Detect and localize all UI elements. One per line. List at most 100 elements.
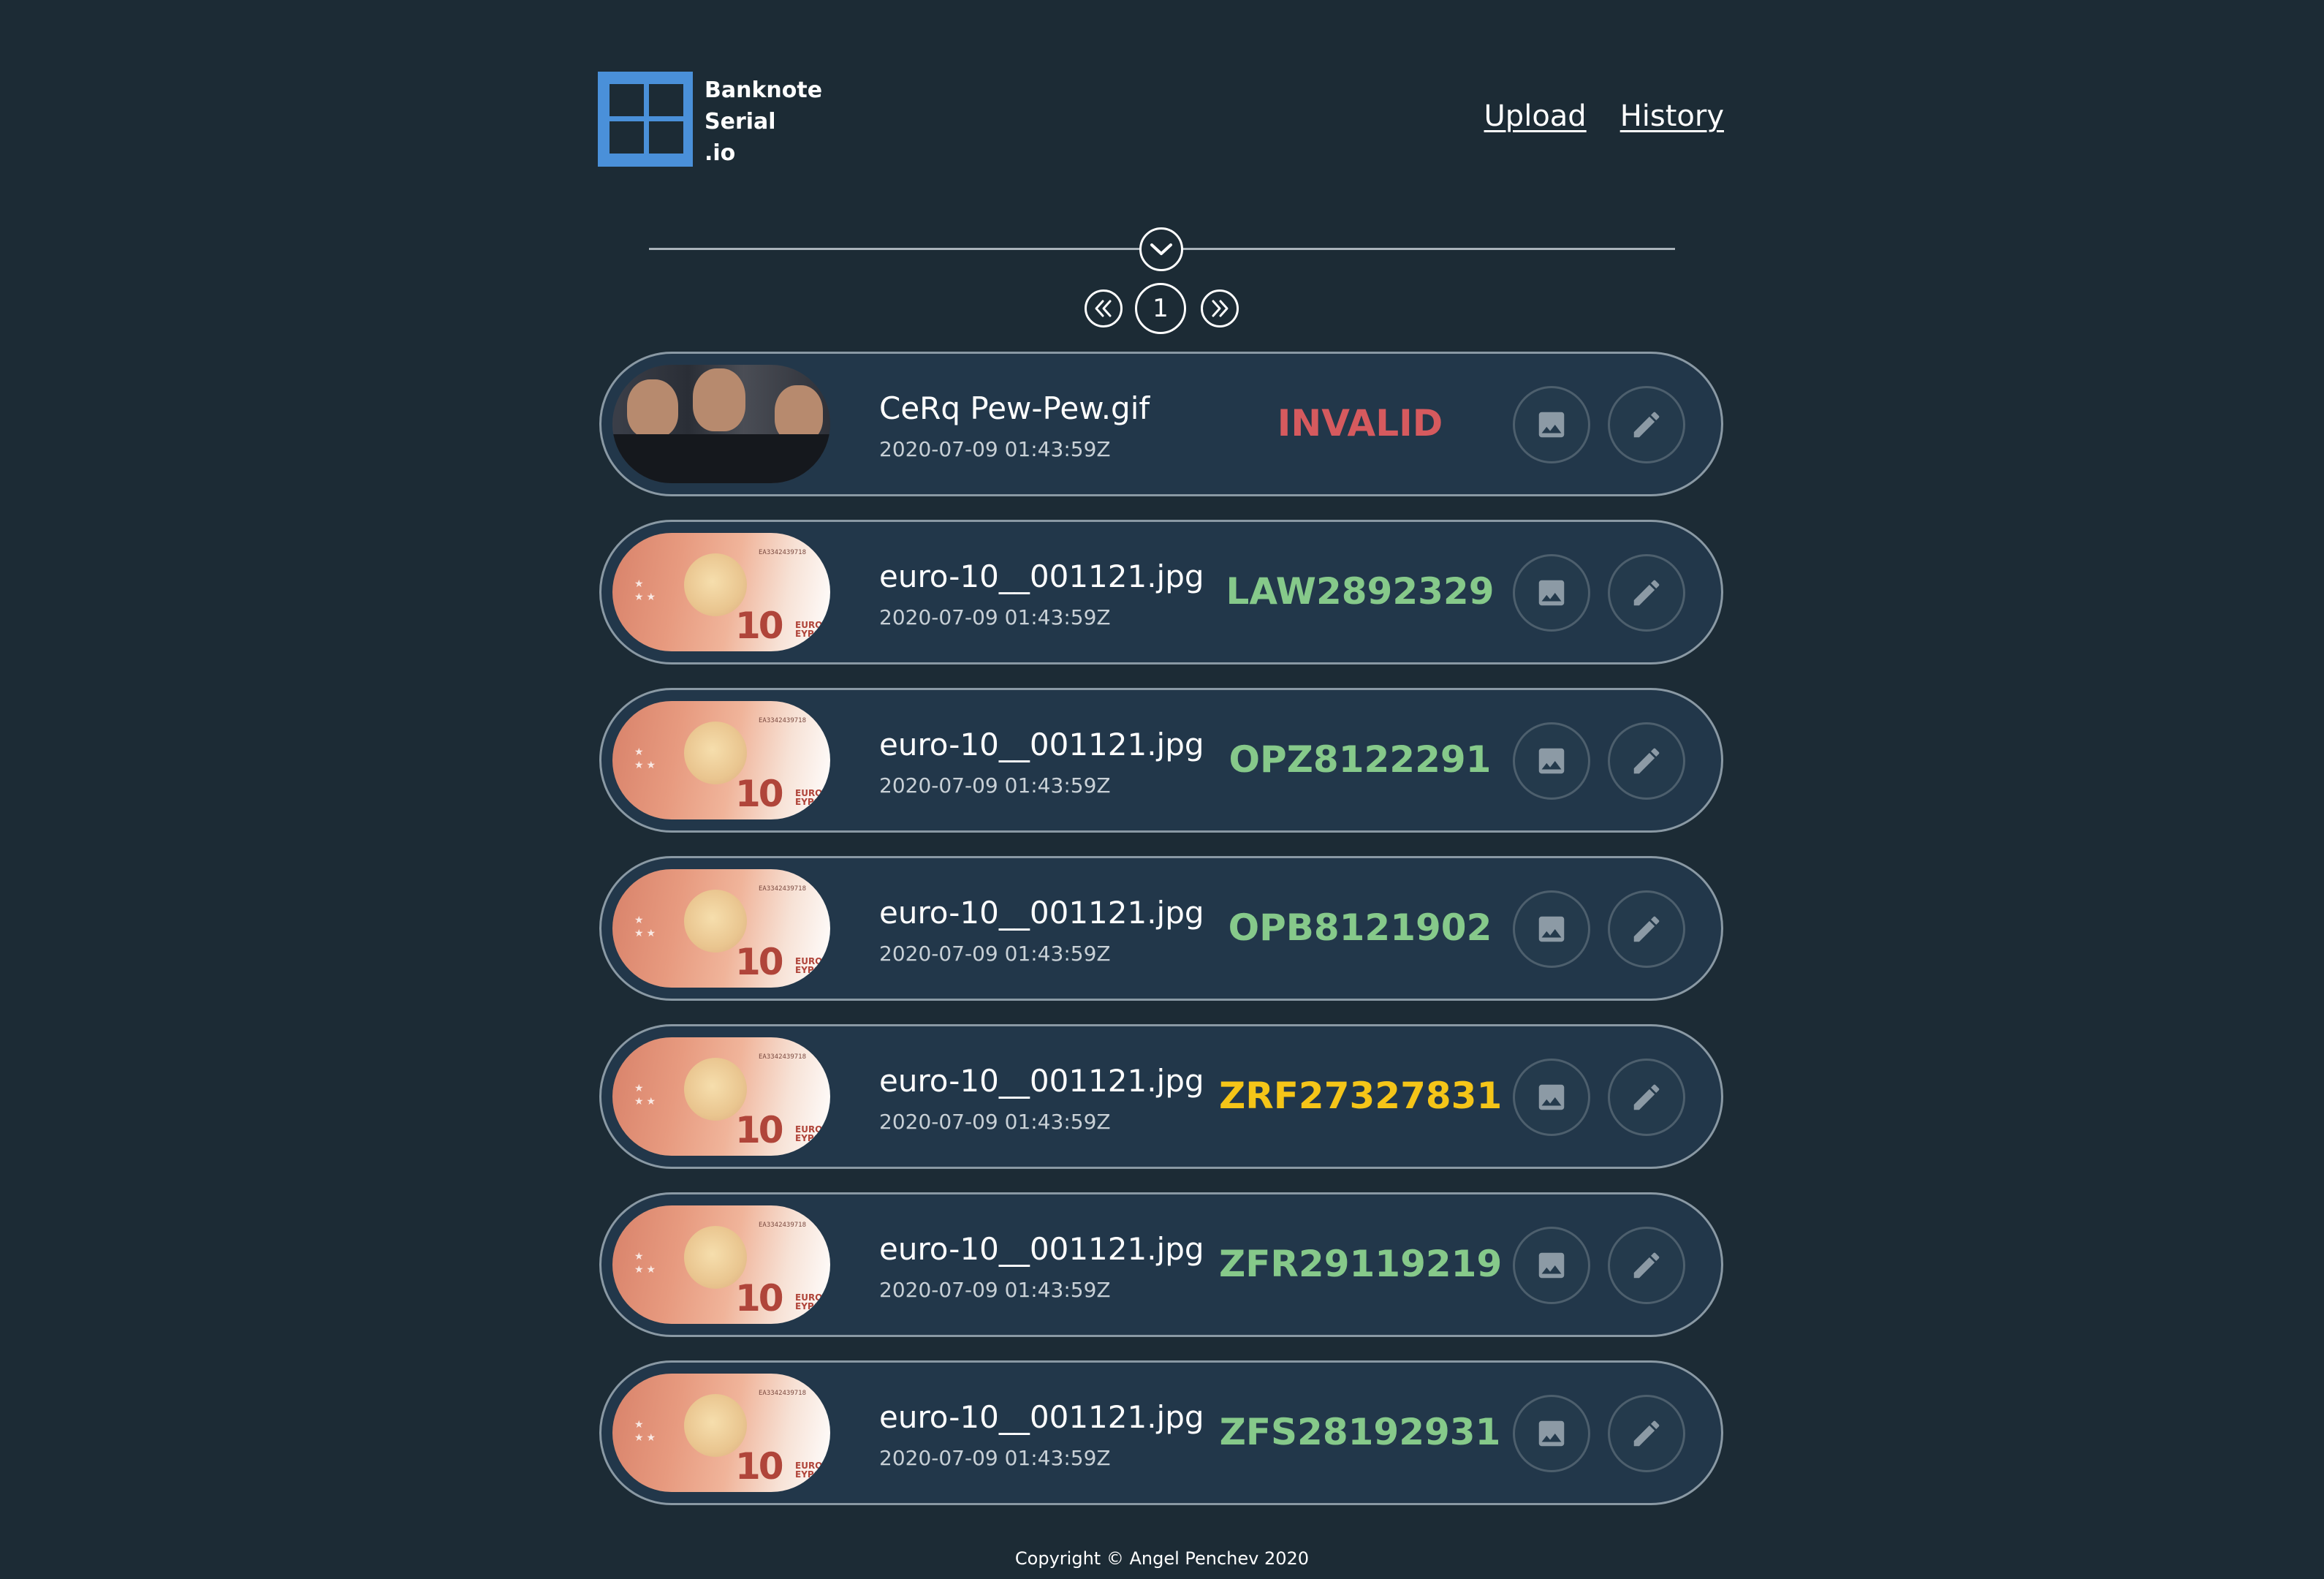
page: Banknote Serial .io Upload History 1 CeR… — [0, 0, 2324, 1579]
item-filename: CeRq Pew-Pew.gif — [879, 390, 1150, 426]
nav-history-link[interactable]: History — [1620, 99, 1724, 133]
banknote-currency: EURO ΕΥΡΩ — [795, 1293, 822, 1311]
image-icon — [1538, 1084, 1565, 1110]
edit-button[interactable] — [1608, 1395, 1685, 1472]
item-serial: OPZ8122291 — [1229, 738, 1492, 781]
banknote-currency-greek: ΕΥΡΩ — [795, 1133, 821, 1143]
history-item: ★ ★ ★ EA3342439718 10 EURO ΕΥΡΩ euro-10__001… — [599, 520, 1723, 664]
edit-button[interactable] — [1608, 890, 1685, 968]
view-image-button[interactable] — [1513, 554, 1590, 632]
pencil-icon — [1633, 580, 1660, 606]
banknote-denomination: 10 — [735, 605, 784, 647]
banknote-denomination: 10 — [735, 1445, 784, 1488]
top-nav: Upload History — [1484, 99, 1724, 133]
banknote-stars: ★ ★ ★ — [634, 1250, 656, 1275]
gif-thumbnail-image[interactable] — [612, 365, 830, 483]
photo-face — [693, 368, 745, 431]
banknote-stars: ★ ★ ★ — [634, 1418, 656, 1443]
brand-line-3: .io — [705, 140, 736, 166]
banknote-thumbnail-image[interactable]: ★ ★ ★ EA3342439718 10 EURO ΕΥΡΩ — [612, 1374, 830, 1492]
item-timestamp: 2020-07-09 01:43:59Z — [879, 1446, 1111, 1470]
brand-logo[interactable]: Banknote Serial .io — [598, 72, 822, 169]
banknote-currency-greek: ΕΥΡΩ — [795, 1301, 821, 1311]
banknote-printed-serial: EA3342439718 — [759, 1222, 807, 1229]
banknote-denomination: 10 — [735, 1277, 784, 1319]
current-page-indicator[interactable]: 1 — [1135, 283, 1186, 334]
history-list: CeRq Pew-Pew.gif 2020-07-09 01:43:59Z IN… — [599, 352, 1723, 1529]
banknote-thumbnail-image[interactable]: ★ ★ ★ EA3342439718 10 EURO ΕΥΡΩ — [612, 701, 830, 819]
photo-face — [627, 379, 678, 438]
history-item: ★ ★ ★ EA3342439718 10 EURO ΕΥΡΩ euro-10__001… — [599, 1024, 1723, 1169]
banknote-thumbnail-image[interactable]: ★ ★ ★ EA3342439718 10 EURO ΕΥΡΩ — [612, 869, 830, 988]
banknote-thumbnail-image[interactable]: ★ ★ ★ EA3342439718 10 EURO ΕΥΡΩ — [612, 533, 830, 651]
banknote-currency-greek: ΕΥΡΩ — [795, 965, 821, 975]
banknote-printed-serial: EA3342439718 — [759, 1390, 807, 1397]
banknote-currency: EURO ΕΥΡΩ — [795, 621, 822, 638]
banknote-currency: EURO ΕΥΡΩ — [795, 1125, 822, 1143]
brand-line-2: Serial — [705, 109, 776, 135]
edit-button[interactable] — [1608, 1227, 1685, 1304]
item-serial: ZFS28192931 — [1219, 1411, 1501, 1453]
grid-logo-icon — [598, 72, 693, 167]
banknote-denomination: 10 — [735, 1109, 784, 1151]
prev-page-button[interactable] — [1085, 289, 1123, 327]
item-serial: INVALID — [1277, 402, 1443, 444]
view-image-button[interactable] — [1513, 1059, 1590, 1136]
view-image-button[interactable] — [1513, 890, 1590, 968]
view-image-button[interactable] — [1513, 386, 1590, 463]
banknote-printed-serial: EA3342439718 — [759, 549, 807, 556]
collapse-button[interactable] — [1139, 227, 1183, 271]
edit-button[interactable] — [1608, 386, 1685, 463]
banknote-denomination: 10 — [735, 941, 784, 983]
banknote-thumbnail-image[interactable]: ★ ★ ★ EA3342439718 10 EURO ΕΥΡΩ — [612, 1037, 830, 1156]
brand-line-1: Banknote — [705, 77, 823, 103]
item-timestamp: 2020-07-09 01:43:59Z — [879, 942, 1111, 966]
pencil-icon — [1633, 748, 1660, 774]
history-item: ★ ★ ★ EA3342439718 10 EURO ΕΥΡΩ euro-10__001… — [599, 688, 1723, 833]
banknote-printed-serial: EA3342439718 — [759, 717, 807, 724]
banknote-currency-greek: ΕΥΡΩ — [795, 797, 821, 807]
pencil-icon — [1633, 916, 1660, 942]
item-serial: ZFR29119219 — [1219, 1243, 1503, 1285]
item-filename: euro-10__001121.jpg — [879, 895, 1204, 931]
history-item: CeRq Pew-Pew.gif 2020-07-09 01:43:59Z IN… — [599, 352, 1723, 496]
pencil-icon — [1633, 412, 1660, 438]
banknote-thumbnail-image[interactable]: ★ ★ ★ EA3342439718 10 EURO ΕΥΡΩ — [612, 1205, 830, 1324]
banknote-currency: EURO ΕΥΡΩ — [795, 789, 822, 806]
footer-copyright: Copyright © Angel Penchev 2020 — [1014, 1548, 1310, 1569]
history-item: ★ ★ ★ EA3342439718 10 EURO ΕΥΡΩ euro-10__001… — [599, 856, 1723, 1001]
brand-name: Banknote Serial .io — [705, 75, 822, 169]
item-serial: ZRF27327831 — [1219, 1075, 1503, 1117]
banknote-stars: ★ ★ ★ — [634, 578, 656, 602]
banknote-currency-greek: ΕΥΡΩ — [795, 629, 821, 639]
pencil-icon — [1633, 1420, 1660, 1447]
item-timestamp: 2020-07-09 01:43:59Z — [879, 773, 1111, 798]
edit-button[interactable] — [1608, 722, 1685, 800]
next-page-button[interactable] — [1201, 289, 1239, 327]
banknote-stars: ★ ★ ★ — [634, 746, 656, 770]
view-image-button[interactable] — [1513, 722, 1590, 800]
pencil-icon — [1633, 1252, 1660, 1279]
image-icon — [1538, 1420, 1565, 1447]
banknote-currency: EURO ΕΥΡΩ — [795, 957, 822, 974]
image-icon — [1538, 916, 1565, 942]
image-icon — [1538, 748, 1565, 774]
item-filename: euro-10__001121.jpg — [879, 1231, 1204, 1267]
edit-button[interactable] — [1608, 554, 1685, 632]
image-icon — [1538, 580, 1565, 606]
view-image-button[interactable] — [1513, 1395, 1590, 1472]
image-icon — [1538, 412, 1565, 438]
edit-button[interactable] — [1608, 1059, 1685, 1136]
item-filename: euro-10__001121.jpg — [879, 1063, 1204, 1099]
item-timestamp: 2020-07-09 01:43:59Z — [879, 605, 1111, 629]
banknote-printed-serial: EA3342439718 — [759, 1053, 807, 1061]
image-icon — [1538, 1252, 1565, 1279]
banknote-denomination: 10 — [735, 773, 784, 815]
banknote-stars: ★ ★ ★ — [634, 1082, 656, 1107]
item-timestamp: 2020-07-09 01:43:59Z — [879, 1110, 1111, 1134]
banknote-printed-serial: EA3342439718 — [759, 885, 807, 893]
history-item: ★ ★ ★ EA3342439718 10 EURO ΕΥΡΩ euro-10__001… — [599, 1192, 1723, 1337]
item-timestamp: 2020-07-09 01:43:59Z — [879, 1278, 1111, 1302]
view-image-button[interactable] — [1513, 1227, 1590, 1304]
nav-upload-link[interactable]: Upload — [1484, 99, 1587, 133]
